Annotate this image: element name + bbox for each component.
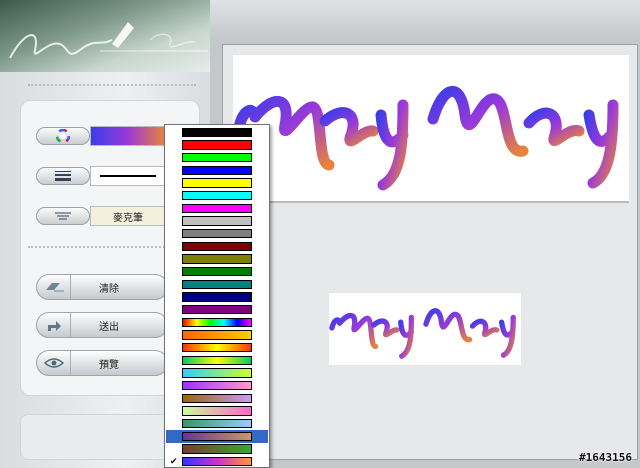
divider: [28, 84, 196, 86]
color-swatch: [182, 178, 252, 188]
canvas-frame: [222, 44, 638, 460]
color-option[interactable]: [166, 430, 268, 443]
color-option[interactable]: [166, 240, 268, 253]
send-button-label: 送出: [99, 321, 119, 333]
color-swatch: [182, 140, 252, 150]
line-width-field[interactable]: [90, 166, 166, 186]
color-swatch: [182, 216, 252, 226]
color-option[interactable]: [166, 189, 268, 202]
color-swatch: [182, 228, 252, 239]
color-swatch: [182, 279, 252, 290]
color-swatch: [182, 380, 252, 391]
color-option[interactable]: [166, 392, 268, 405]
color-option[interactable]: [166, 215, 268, 228]
send-button[interactable]: 送出: [36, 312, 168, 338]
brush-type-button[interactable]: [36, 207, 90, 225]
color-swatch: [182, 165, 252, 176]
clear-button-label: 清除: [99, 283, 119, 295]
color-option[interactable]: [166, 405, 268, 418]
line-width-sample: [100, 175, 156, 177]
color-option[interactable]: [166, 341, 268, 354]
color-swatch: [182, 355, 252, 366]
preview-canvas: [329, 293, 521, 365]
preview-drawing: [329, 308, 516, 359]
color-option[interactable]: [166, 329, 268, 342]
top-band: [210, 0, 640, 40]
color-option[interactable]: ✔: [166, 455, 268, 468]
color-swatch: [182, 241, 252, 252]
send-arrow-icon: [47, 321, 61, 331]
color-swatch: [182, 203, 252, 214]
handwritten-drawing: [233, 86, 619, 191]
color-swatch: [182, 254, 252, 264]
color-option[interactable]: [166, 227, 268, 240]
color-swatch: [182, 127, 252, 138]
color-option[interactable]: [166, 443, 268, 456]
color-select-field[interactable]: [90, 126, 166, 146]
color-option[interactable]: [166, 265, 268, 278]
eraser-icon: [45, 283, 64, 292]
color-wheel-icon: [56, 129, 70, 143]
line-width-button[interactable]: [36, 167, 90, 185]
color-swatch: [182, 317, 252, 328]
color-option[interactable]: [166, 379, 268, 392]
color-swatch: [182, 456, 252, 467]
line-width-icon: [55, 171, 71, 181]
color-swatch: [182, 292, 252, 302]
clear-button[interactable]: 清除: [36, 274, 168, 300]
handwriting-logo-icon: [9, 22, 208, 59]
brush-type-field[interactable]: 麥克筆: [90, 206, 166, 226]
canvas-panel: [210, 0, 640, 468]
color-option[interactable]: [166, 164, 268, 177]
color-option[interactable]: [166, 151, 268, 164]
color-option[interactable]: [166, 303, 268, 316]
eye-icon: [43, 358, 64, 368]
color-option[interactable]: [166, 354, 268, 367]
color-swatch: [182, 190, 252, 201]
color-option[interactable]: [166, 316, 268, 329]
color-swatch: [182, 418, 252, 429]
color-option[interactable]: [166, 177, 268, 190]
color-swatch: [182, 393, 252, 404]
color-option[interactable]: [166, 139, 268, 152]
color-dropdown-list[interactable]: ✔: [164, 124, 270, 468]
watermark: #1643156: [579, 451, 632, 464]
brush-icon: [55, 212, 71, 220]
color-swatch: [182, 431, 252, 442]
color-swatch: [182, 266, 252, 277]
header-banner: [0, 0, 210, 72]
color-option[interactable]: [166, 367, 268, 380]
color-swatch: [182, 368, 252, 378]
color-option[interactable]: [166, 278, 268, 291]
checkmark-icon: ✔: [170, 456, 178, 467]
color-option[interactable]: [166, 291, 268, 304]
color-swatch: [182, 330, 252, 340]
preview-button[interactable]: 預覽: [36, 350, 168, 376]
color-swatch: [182, 342, 252, 353]
color-option[interactable]: [166, 417, 268, 430]
drawing-canvas[interactable]: [233, 55, 629, 203]
color-swatch: [182, 406, 252, 416]
color-option[interactable]: [166, 126, 268, 139]
color-tool-button[interactable]: [36, 127, 90, 145]
color-swatch: [182, 152, 252, 163]
color-option[interactable]: [166, 253, 268, 266]
color-swatch: [182, 444, 252, 454]
color-option[interactable]: [166, 202, 268, 215]
signature-pad-window: 麥克筆 清除 送出 預覽 ✔ #1643156: [0, 0, 640, 468]
color-swatch: [182, 304, 252, 315]
preview-button-label: 預覽: [99, 359, 119, 371]
